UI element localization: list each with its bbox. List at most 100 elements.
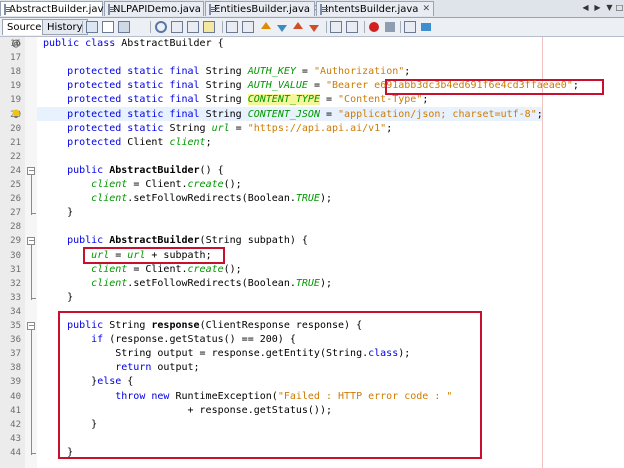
code-token: public bbox=[43, 320, 110, 331]
find-previous-icon[interactable] bbox=[171, 21, 183, 33]
diff-icon[interactable] bbox=[404, 21, 416, 33]
code-token: protected bbox=[43, 136, 128, 148]
code-token: String bbox=[169, 122, 212, 134]
annotate-icon[interactable] bbox=[420, 21, 432, 33]
code-line[interactable]: + response.getStatus()); bbox=[43, 404, 332, 418]
code-token: protected static final bbox=[43, 66, 206, 78]
java-file-icon bbox=[108, 3, 116, 15]
uncomment-icon[interactable] bbox=[346, 21, 358, 33]
code-line[interactable]: protected Client client; bbox=[43, 136, 212, 150]
tab-abstractbuilder[interactable]: AbstractBuilder.java ✕ bbox=[0, 1, 121, 16]
code-line[interactable]: public AbstractBuilder() { bbox=[43, 164, 224, 178]
tab-nlpapidemo[interactable]: NLPAPIDemo.java ✕ bbox=[104, 1, 212, 16]
code-token: = Client. bbox=[127, 263, 188, 275]
code-line[interactable]: client = Client.create(); bbox=[43, 178, 242, 192]
find-icon[interactable] bbox=[155, 21, 167, 33]
source-tab[interactable]: Source bbox=[2, 19, 47, 35]
shift-right-icon[interactable] bbox=[242, 21, 254, 33]
code-line[interactable]: String output = response.getEntity(Strin… bbox=[43, 347, 410, 361]
code-token: String output = response.getEntity(Strin… bbox=[43, 348, 369, 360]
code-line[interactable]: } bbox=[43, 291, 73, 305]
tab-entitiesbuilder[interactable]: EntitiesBuilder.java ✕ bbox=[205, 1, 322, 16]
toolbar-separator bbox=[82, 21, 83, 33]
line-number: 19 bbox=[10, 81, 21, 92]
start-macro-icon[interactable] bbox=[368, 21, 380, 33]
code-line[interactable]: } bbox=[43, 446, 73, 460]
code-line[interactable]: throw new RuntimeException("Failed : HTT… bbox=[43, 390, 452, 404]
code-token: Client bbox=[127, 136, 170, 148]
next-bookmark-icon[interactable] bbox=[308, 21, 320, 33]
code-line[interactable]: protected static final String AUTH_VALUE… bbox=[43, 79, 579, 93]
fold-toggle-icon[interactable]: − bbox=[27, 322, 35, 330]
code-token: TRUE bbox=[295, 277, 320, 289]
line-number: 28 bbox=[10, 222, 21, 233]
line-number: 29 bbox=[10, 236, 21, 247]
fold-toggle-icon[interactable]: − bbox=[27, 237, 35, 246]
line-number: 33 bbox=[10, 292, 21, 303]
line-number: 19 bbox=[10, 95, 21, 106]
code-line[interactable]: protected static String url = "https://a… bbox=[43, 122, 392, 136]
scroll-right-icon[interactable]: ▶ bbox=[592, 2, 603, 14]
scroll-left-icon[interactable]: ◀ bbox=[580, 2, 591, 14]
code-token: + subpath; bbox=[145, 249, 212, 261]
warning-bulb-icon[interactable] bbox=[11, 109, 21, 119]
find-next-icon[interactable] bbox=[187, 21, 199, 33]
code-token: "application/json; charset=utf-8" bbox=[338, 108, 537, 120]
code-line[interactable]: } bbox=[43, 206, 73, 220]
code-line[interactable]: return output; bbox=[43, 361, 200, 375]
line-number: 20 bbox=[10, 123, 21, 134]
fold-guide-end bbox=[31, 452, 36, 454]
shift-left-icon[interactable] bbox=[226, 21, 238, 33]
code-token: "Failed : HTTP error code : " bbox=[277, 390, 453, 402]
maximize-icon[interactable]: □ bbox=[614, 2, 624, 14]
tab-intentsbuilder[interactable]: IntentsBuilder.java ✕ bbox=[316, 1, 434, 16]
close-icon[interactable]: ✕ bbox=[422, 4, 430, 14]
fold-guide-end bbox=[31, 297, 36, 299]
code-line[interactable]: client.setFollowRedirects(Boolean.TRUE); bbox=[43, 277, 332, 291]
code-token: client bbox=[91, 277, 128, 289]
code-token: public class bbox=[43, 38, 122, 49]
fold-guide-end bbox=[31, 213, 36, 215]
history-tab[interactable]: History bbox=[42, 19, 88, 35]
code-token: String bbox=[205, 66, 248, 78]
code-line[interactable]: public class AbstractBuilder { bbox=[43, 37, 224, 51]
move-down-icon[interactable] bbox=[276, 21, 288, 33]
back-icon[interactable] bbox=[102, 21, 114, 33]
line-number: 40 bbox=[10, 391, 21, 402]
stop-macro-icon[interactable] bbox=[384, 21, 396, 33]
forward-icon[interactable] bbox=[118, 21, 130, 33]
code-token: e691abb3dc3b4ed691f6e4cd3ffaeae0" bbox=[374, 80, 573, 92]
line-number: 17 bbox=[10, 53, 21, 64]
code-token: AbstractBuilder { bbox=[121, 38, 224, 49]
comment-icon[interactable] bbox=[330, 21, 342, 33]
code-token: protected static bbox=[43, 122, 170, 134]
toolbar-separator bbox=[326, 21, 327, 33]
code-line[interactable]: protected static final String CONTENT_TY… bbox=[43, 93, 428, 107]
last-edit-icon[interactable] bbox=[86, 21, 98, 33]
code-line[interactable]: public AbstractBuilder(String subpath) { bbox=[43, 234, 308, 248]
code-token: CONTENT_TYPE bbox=[247, 94, 320, 106]
code-token: = bbox=[109, 249, 128, 261]
code-line[interactable]: protected static final String CONTENT_JS… bbox=[43, 108, 543, 122]
code-line[interactable]: }else { bbox=[43, 375, 133, 389]
editor-toolbar: Source History bbox=[0, 18, 624, 37]
line-number: 43 bbox=[10, 433, 21, 444]
code-token: "Authorization" bbox=[313, 66, 405, 78]
fold-toggle-icon[interactable]: − bbox=[27, 166, 35, 175]
code-line[interactable]: protected static final String AUTH_KEY =… bbox=[43, 65, 410, 79]
toolbar-separator bbox=[364, 21, 365, 33]
toggle-highlight-icon[interactable] bbox=[203, 21, 215, 33]
code-token: response bbox=[151, 320, 200, 331]
code-line[interactable]: client.setFollowRedirects(Boolean.TRUE); bbox=[43, 192, 332, 206]
code-line[interactable]: url = url + subpath; bbox=[43, 249, 212, 263]
move-up-icon[interactable] bbox=[260, 21, 272, 33]
code-token: output; bbox=[157, 362, 200, 374]
code-line[interactable]: if (response.getStatus() == 200) { bbox=[43, 333, 296, 347]
code-token: = bbox=[319, 108, 339, 120]
code-line[interactable]: client = Client.create(); bbox=[43, 263, 242, 277]
code-line[interactable]: public String response(ClientResponse re… bbox=[43, 319, 362, 333]
code-token: + response.getStatus()); bbox=[43, 404, 332, 416]
toggle-bookmark-icon[interactable] bbox=[292, 21, 304, 33]
line-number: 32 bbox=[10, 278, 21, 289]
code-line[interactable]: } bbox=[43, 418, 97, 432]
